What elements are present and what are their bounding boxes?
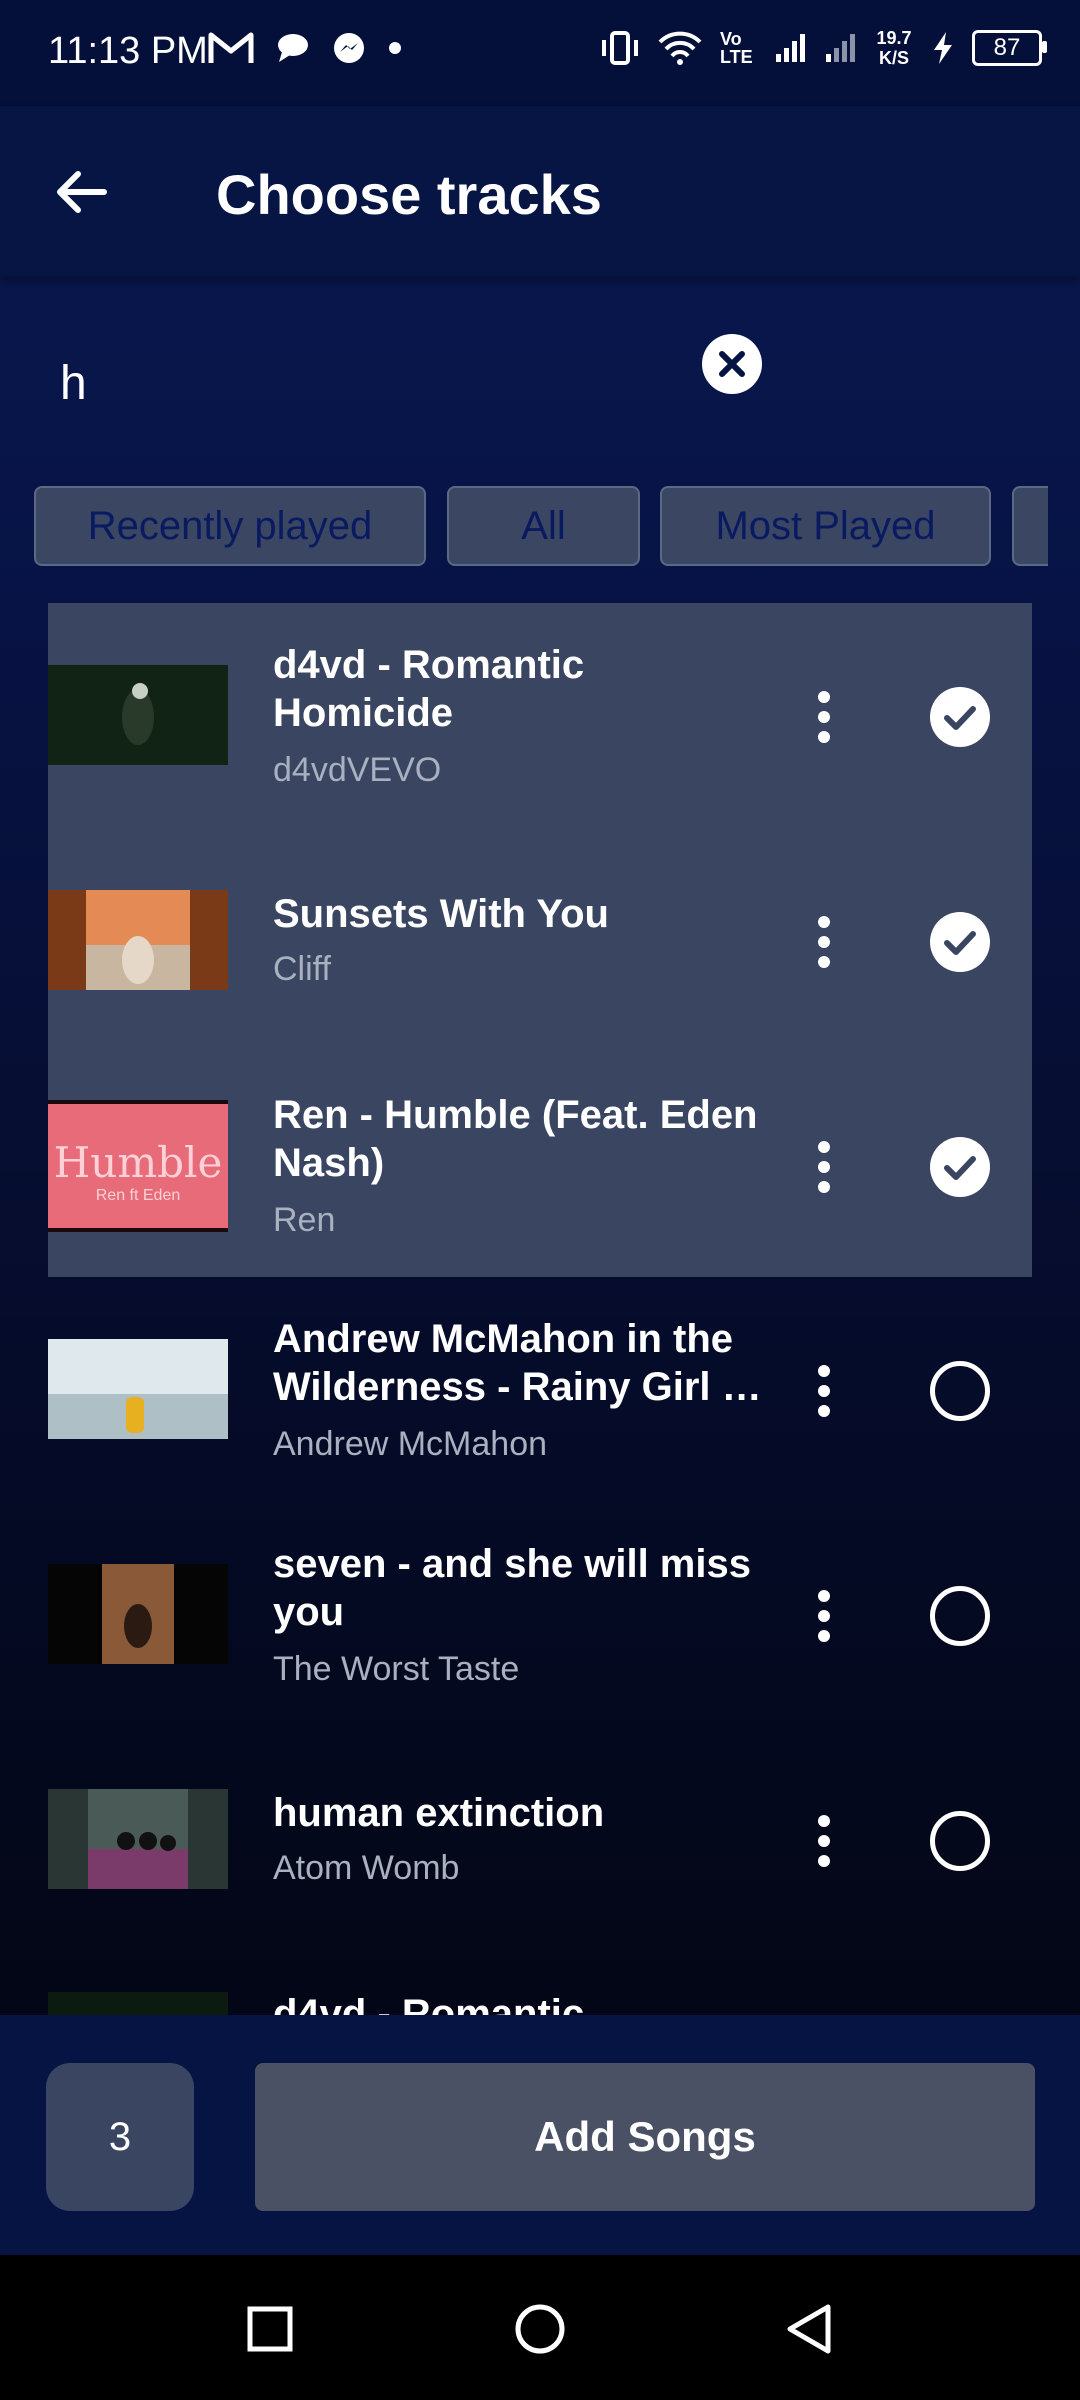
home-circle-icon[interactable]: [514, 2303, 566, 2355]
list-item[interactable]: seven - and she will miss you The Worst …: [48, 1502, 1032, 1727]
track-thumbnail: [48, 1789, 228, 1889]
track-thumbnail: [48, 1564, 228, 1664]
messenger-icon: [334, 33, 364, 63]
track-title: Sunsets With You: [273, 892, 609, 936]
check-icon: [944, 931, 976, 955]
thumbnail-subtext: Ren ft Eden: [95, 1187, 181, 1204]
dot-icon: [389, 42, 401, 54]
more-vert-icon[interactable]: [804, 1811, 844, 1871]
signal-icon-1: [776, 34, 805, 62]
track-title: d4vd - Romantic Homicide: [273, 643, 585, 735]
selected-check[interactable]: [930, 1137, 990, 1197]
list-item[interactable]: human extinction Atom Womb: [48, 1727, 1032, 1952]
status-bar: 11:13 PM Vo LTE 19.7 K/S 87: [0, 0, 1080, 106]
close-icon: [719, 351, 745, 377]
signal-icon-2: [826, 34, 855, 62]
track-title: d4vd - Romantic: [273, 1992, 585, 2015]
charging-icon: [934, 32, 952, 64]
track-title: Ren - Humble (Feat. Eden Nash): [273, 1093, 758, 1185]
thumbnail-text: Humble: [53, 1138, 223, 1187]
selected-check[interactable]: [930, 687, 990, 747]
track-artist: Andrew McMahon: [273, 1425, 548, 1463]
bottom-action-bar: 3 Add Songs: [0, 2015, 1080, 2255]
system-nav-bar: [0, 2255, 1080, 2400]
chip-all[interactable]: All: [447, 486, 640, 566]
chip-partial[interactable]: [1012, 486, 1048, 566]
track-thumbnail: [48, 1992, 228, 2015]
battery-icon: 87: [972, 30, 1047, 66]
notification-icons: [208, 30, 402, 66]
list-item[interactable]: d4vd - Romantic: [48, 1952, 1032, 2015]
track-title: seven - and she will miss you: [273, 1542, 751, 1634]
clear-search-button[interactable]: [702, 334, 762, 394]
top-app-bar: Choose tracks: [0, 106, 1080, 276]
chat-bubble-icon: [278, 34, 308, 62]
check-icon: [944, 1156, 976, 1180]
more-vert-icon[interactable]: [804, 1361, 844, 1421]
track-artist: Cliff: [273, 950, 331, 988]
chip-recently-played[interactable]: Recently played: [34, 486, 426, 566]
network-speed: 19.7 K/S: [876, 28, 912, 68]
track-artist: The Worst Taste: [273, 1650, 520, 1688]
check-icon: [944, 706, 976, 730]
track-title: Andrew McMahon in the Wilderness - Rainy …: [273, 1317, 762, 1409]
more-vert-icon[interactable]: [804, 687, 844, 747]
filter-chips: Recently played All Most Played: [0, 486, 1048, 570]
more-vert-icon[interactable]: [804, 1586, 844, 1646]
battery-level: 87: [993, 34, 1021, 61]
track-artist: d4vdVEVO: [273, 751, 442, 789]
selected-check[interactable]: [930, 912, 990, 972]
unselected-circle[interactable]: [930, 1586, 990, 1646]
list-item[interactable]: Sunsets With You Cliff: [48, 828, 1032, 1053]
status-right: Vo LTE 19.7 K/S 87: [600, 28, 1047, 68]
unselected-circle[interactable]: [930, 1811, 990, 1871]
gmail-icon: [208, 32, 254, 63]
list-item[interactable]: Humble Ren ft Eden Ren - Humble (Feat. E…: [48, 1053, 1032, 1277]
list-item[interactable]: d4vd - Romantic Homicide d4vdVEVO: [48, 603, 1032, 828]
more-vert-icon[interactable]: [804, 912, 844, 972]
add-songs-button[interactable]: Add Songs: [255, 2063, 1035, 2211]
wifi-icon: [658, 31, 702, 65]
search-input[interactable]: h: [60, 356, 87, 411]
list-item[interactable]: Andrew McMahon in the Wilderness - Rainy …: [48, 1277, 1032, 1502]
more-vert-icon[interactable]: [804, 1137, 844, 1197]
track-thumbnail: [48, 890, 228, 990]
page-title: Choose tracks: [216, 163, 602, 226]
track-list: d4vd - Romantic Homicide d4vdVEVO Sunset…: [48, 603, 1032, 2015]
track-artist: Ren: [273, 1201, 336, 1239]
chip-most-played[interactable]: Most Played: [660, 486, 991, 566]
volte-label: Vo LTE: [720, 29, 753, 67]
track-title: human extinction: [273, 1791, 605, 1835]
back-arrow-icon[interactable]: [52, 162, 112, 222]
track-artist: Atom Womb: [273, 1849, 460, 1887]
search-bar: h: [0, 276, 1080, 461]
selected-count-badge: 3: [46, 2063, 194, 2211]
status-time: 11:13 PM: [48, 30, 208, 72]
track-thumbnail: [48, 1339, 228, 1439]
recents-square-icon[interactable]: [246, 2305, 294, 2353]
unselected-circle[interactable]: [930, 1361, 990, 1421]
vibrate-icon: [602, 31, 638, 65]
track-thumbnail: [48, 665, 228, 765]
back-triangle-icon[interactable]: [784, 2303, 834, 2355]
